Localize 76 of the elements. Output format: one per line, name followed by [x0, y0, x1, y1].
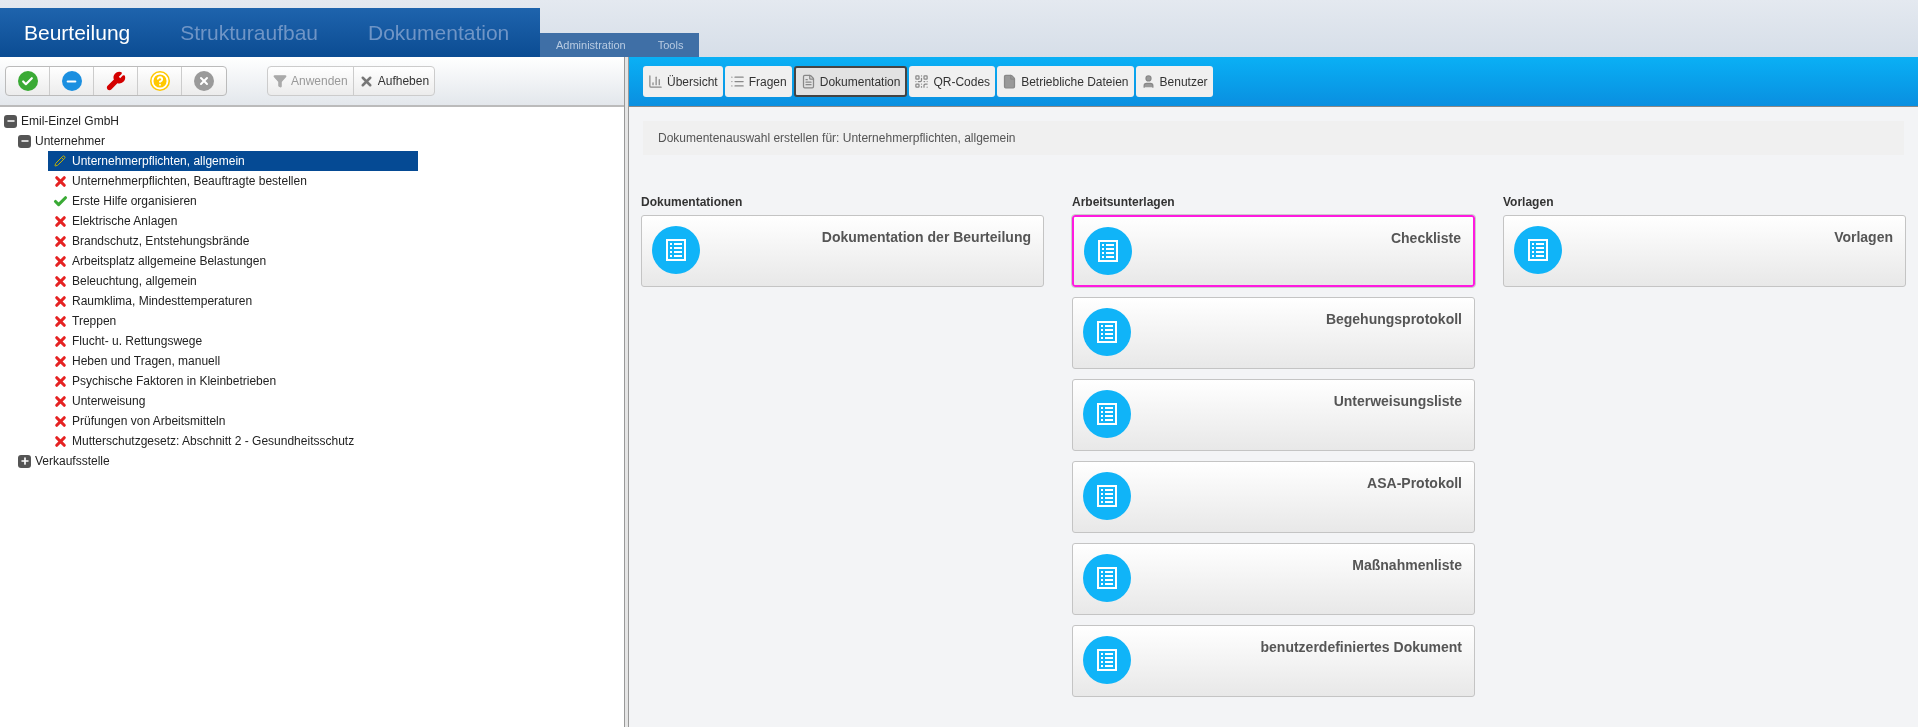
- main-tab[interactable]: Beurteilung: [24, 16, 131, 49]
- document-icon: [1083, 636, 1131, 684]
- tree-item[interactable]: Raumklima, Mindesttemperaturen: [48, 291, 418, 311]
- document-icon: [652, 226, 700, 274]
- tree-item[interactable]: Erste Hilfe organisieren: [48, 191, 418, 211]
- cross-icon: [52, 433, 68, 449]
- cross-icon: [52, 313, 68, 329]
- document-card[interactable]: Checkliste: [1072, 215, 1475, 287]
- document-card[interactable]: Dokumentation der Beurteilung: [641, 215, 1044, 287]
- tree-item[interactable]: Brandschutz, Entstehungsbrände: [48, 231, 418, 251]
- document-card[interactable]: Maßnahmenliste: [1072, 543, 1475, 615]
- tree-item[interactable]: Prüfungen von Arbeitsmitteln: [48, 411, 418, 431]
- tree-item[interactable]: Flucht- u. Rettungswege: [48, 331, 418, 351]
- tree-item[interactable]: Psychische Faktoren in Kleinbetrieben: [48, 371, 418, 391]
- cross-icon: [52, 273, 68, 289]
- cross-icon: [52, 333, 68, 349]
- filter-button[interactable]: Aufheben: [353, 67, 435, 95]
- document-icon: [1514, 226, 1562, 274]
- document-card[interactable]: Unterweisungsliste: [1072, 379, 1475, 451]
- document-icon: [1083, 390, 1131, 438]
- question-icon: [149, 71, 170, 91]
- cross-icon: [52, 413, 68, 429]
- view-tab[interactable]: Übersicht: [643, 66, 723, 97]
- view-tab[interactable]: Fragen: [724, 66, 792, 97]
- column-heading: Arbeitsunterlagen: [1072, 194, 1176, 211]
- cross-icon: [52, 213, 68, 229]
- tree-item[interactable]: Unternehmerpflichten, allgemein: [48, 151, 418, 171]
- cross-icon: [52, 393, 68, 409]
- cross-icon: [52, 353, 68, 369]
- column-heading: Dokumentationen: [641, 194, 744, 211]
- tree-item[interactable]: Elektrische Anlagen: [48, 211, 418, 231]
- tree-item[interactable]: Verkaufsstelle: [35, 452, 110, 470]
- file-icon: [1002, 74, 1018, 89]
- info-bar: Dokumentenauswahl erstellen für: Unternehmerpflichten, allgemein: [643, 121, 1904, 155]
- view-tab[interactable]: Dokumentation: [793, 66, 908, 97]
- collapse-icon[interactable]: [18, 134, 31, 148]
- cross-icon: [52, 173, 68, 189]
- tree-item[interactable]: Heben und Tragen, manuell: [48, 351, 418, 371]
- check-icon: [17, 71, 38, 91]
- qr-code-icon: [914, 74, 930, 89]
- cancel-icon: [194, 71, 214, 91]
- view-tab[interactable]: Betriebliche Dateien: [997, 66, 1134, 97]
- check-icon: [52, 193, 68, 209]
- document-card[interactable]: benutzerdefiniertes Dokument: [1072, 625, 1475, 697]
- tree-item[interactable]: Mutterschutzgesetz: Abschnitt 2 - Gesundheitsschutz: [48, 431, 418, 451]
- document-card[interactable]: Begehungsprotokoll: [1072, 297, 1475, 369]
- document-icon: [1083, 472, 1131, 520]
- view-tab[interactable]: Benutzer: [1135, 66, 1213, 97]
- tree-item[interactable]: Unternehmerpflichten, Beauftragte bestellen: [48, 171, 418, 191]
- cross-icon: [52, 373, 68, 389]
- minus-icon: [61, 71, 82, 91]
- pencil-icon: [54, 155, 66, 167]
- cross-icon: [52, 233, 68, 249]
- document-card[interactable]: Vorlagen: [1503, 215, 1906, 287]
- document-card[interactable]: ASA-Protokoll: [1072, 461, 1475, 533]
- document-icon: [1083, 308, 1131, 356]
- bar-chart-icon: [648, 74, 663, 89]
- document-icon: [1084, 227, 1132, 275]
- tree-item[interactable]: Unternehmer: [35, 132, 106, 150]
- document-icon: [1083, 554, 1131, 602]
- tree-item[interactable]: Unterweisung: [48, 391, 418, 411]
- tree-item[interactable]: Beleuchtung, allgemein: [48, 271, 418, 291]
- list-icon: [729, 74, 745, 89]
- collapse-icon[interactable]: [4, 114, 17, 128]
- column-heading: Vorlagen: [1503, 194, 1555, 211]
- user-icon: [1140, 74, 1156, 89]
- filter-icon: [273, 74, 287, 88]
- expand-icon[interactable]: [18, 454, 31, 468]
- wrench-icon: [105, 71, 126, 91]
- tree-item[interactable]: Treppen: [48, 311, 418, 331]
- tree-item[interactable]: Arbeitsplatz allgemeine Belastungen: [48, 251, 418, 271]
- document-icon: [800, 74, 816, 89]
- cross-icon: [52, 293, 68, 309]
- cross-icon: [52, 253, 68, 269]
- tree-item[interactable]: Emil-Einzel GmbH: [21, 112, 119, 130]
- view-tab[interactable]: QR-Codes: [909, 66, 996, 97]
